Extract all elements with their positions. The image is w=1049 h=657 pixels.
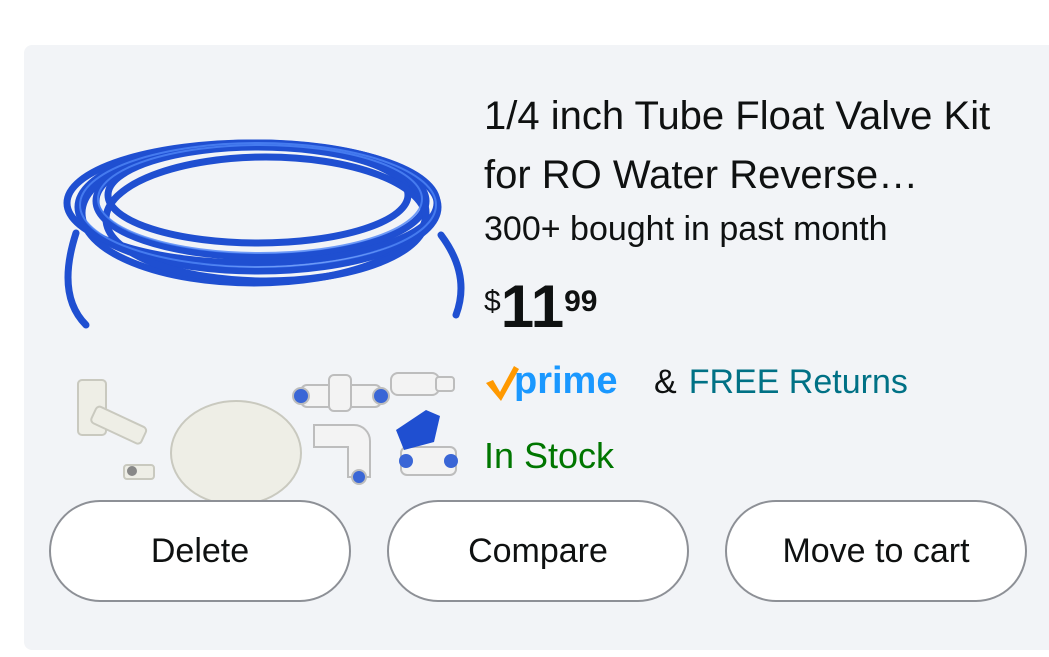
- price-fraction: 99: [564, 285, 598, 318]
- product-image[interactable]: [46, 85, 476, 505]
- ampersand: &: [654, 362, 677, 401]
- price-currency: $: [484, 285, 501, 318]
- prime-free-returns-row: prime & FREE Returns: [482, 357, 908, 407]
- delete-button[interactable]: Delete: [49, 500, 351, 602]
- move-to-cart-button[interactable]: Move to cart: [725, 500, 1027, 602]
- price: $1199: [484, 277, 598, 337]
- price-whole: 11: [500, 273, 565, 340]
- compare-button[interactable]: Compare: [387, 500, 689, 602]
- prime-logo-icon: prime: [486, 360, 617, 402]
- free-returns-link[interactable]: FREE Returns: [689, 363, 908, 402]
- product-title[interactable]: 1/4 inch Tube Float Valve Kit for RO Wat…: [484, 87, 1044, 205]
- svg-text:prime: prime: [514, 360, 617, 402]
- stock-status: In Stock: [484, 435, 615, 476]
- product-card: 1/4 inch Tube Float Valve Kit for RO Wat…: [24, 45, 1049, 650]
- bought-count-text: 300+ bought in past month: [484, 210, 888, 248]
